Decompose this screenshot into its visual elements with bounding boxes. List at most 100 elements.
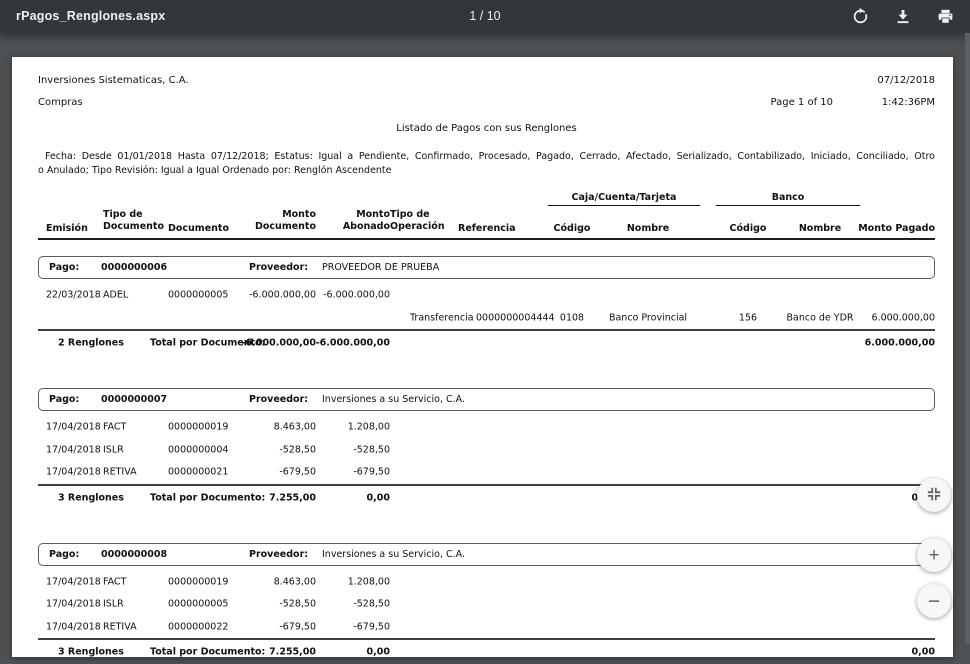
- cell-monto-documento: -679,50: [238, 467, 316, 478]
- cell-tipo-doc: FACT: [103, 422, 161, 433]
- cell-monto-documento: -679,50: [238, 621, 316, 632]
- module-name: Compras: [38, 97, 83, 108]
- total-monto-pagado: 0,00: [850, 647, 935, 658]
- group-header-banco: Banco: [716, 192, 860, 206]
- col-tipo-documento: Tipo de Documento: [103, 209, 161, 232]
- pago-label: Pago:: [49, 549, 101, 560]
- print-button[interactable]: [935, 7, 956, 27]
- report-page: Inversiones Sistematicas, C.A. 07/12/201…: [12, 57, 953, 657]
- renglon-row: 17/04/2018 FACT 0000000019 8.463,00 1.20…: [38, 416, 935, 439]
- cell-monto-abonado: -679,50: [320, 467, 390, 478]
- print-icon: [937, 9, 954, 25]
- col-caja-codigo: Código: [548, 223, 596, 235]
- total-row: 3 Renglones Total por Documento: 7.255,0…: [38, 484, 935, 510]
- proveedor-name: Inversiones a su Servicio, C.A.: [322, 549, 465, 560]
- cell-tipo-doc: ADEL: [103, 290, 161, 301]
- proveedor-label: Proveedor:: [249, 549, 322, 560]
- cell-caja-codigo: 0108: [548, 312, 596, 323]
- cell-monto-abonado: -679,50: [320, 621, 390, 632]
- col-monto-documento: Monto Documento: [238, 209, 316, 232]
- proveedor-name: PROVEEDOR DE PRUEBA: [322, 262, 439, 273]
- pdf-toolbar: rPagos_Renglones.aspx 1 / 10: [0, 0, 970, 33]
- cell-emision: 22/03/2018: [46, 290, 100, 301]
- pago-number: 0000000007: [101, 394, 249, 405]
- total-row: 2 Renglones Total por Documento: -6.000.…: [38, 329, 935, 355]
- cell-banco-codigo: 156: [716, 312, 780, 323]
- pago-number: 0000000008: [101, 549, 249, 560]
- renglon-row: 17/04/2018 FACT 0000000019 8.463,00 1.20…: [38, 571, 935, 594]
- pago-label: Pago:: [49, 262, 101, 273]
- cell-monto-documento: 8.463,00: [238, 576, 316, 587]
- rotate-button[interactable]: [850, 6, 871, 27]
- col-monto-pagado: Monto Pagado: [850, 223, 935, 235]
- cell-tipo-doc: ISLR: [103, 599, 161, 610]
- pago-number: 0000000006: [101, 262, 249, 273]
- col-caja-nombre: Nombre: [596, 223, 700, 235]
- pago-block: Pago: 0000000008 Proveedor: Inversiones …: [38, 543, 935, 664]
- cell-emision: 17/04/2018: [46, 422, 100, 433]
- page-indicator: 1 / 10: [0, 0, 970, 33]
- fit-page-icon: [926, 486, 942, 505]
- col-tipo-operacion: Tipo de Operación: [390, 209, 458, 232]
- renglon-row: 17/04/2018 ISLR 0000000004 -528,50 -528,…: [38, 439, 935, 462]
- minus-icon: −: [928, 591, 940, 612]
- plus-icon: +: [928, 546, 939, 565]
- total-row: 3 Renglones Total por Documento: 7.255,0…: [38, 638, 935, 664]
- col-banco-codigo: Código: [716, 223, 780, 235]
- cell-banco-nombre: Banco de YDR: [780, 312, 860, 323]
- cell-tipo-doc: RETIVA: [103, 621, 161, 632]
- cell-tipo-doc: FACT: [103, 576, 161, 587]
- cell-emision: 17/04/2018: [46, 467, 100, 478]
- report-date: 07/12/2018: [877, 75, 935, 86]
- pago-header-box: Pago: 0000000008 Proveedor: Inversiones …: [38, 543, 935, 566]
- cell-caja-nombre: Banco Provincial: [596, 312, 700, 323]
- total-monto-pagado: 6.000.000,00: [850, 338, 935, 349]
- report-filters: Fecha: Desde 01/01/2018 Hasta 07/12/2018…: [38, 150, 935, 177]
- renglon-row: 17/04/2018 RETIVA 0000000021 -679,50 -67…: [38, 461, 935, 484]
- filters-line1: Fecha: Desde 01/01/2018 Hasta 07/12/2018…: [38, 150, 935, 164]
- rotate-icon: [852, 8, 869, 25]
- zoom-in-button[interactable]: +: [917, 538, 951, 572]
- fit-page-button[interactable]: [917, 478, 951, 512]
- renglon-row: 22/03/2018 ADEL 0000000005 -6.000.000,00…: [38, 284, 935, 307]
- proveedor-label: Proveedor:: [249, 262, 322, 273]
- total-monto-abonado: 0,00: [38, 492, 390, 503]
- pago-block: Pago: 0000000007 Proveedor: Inversiones …: [38, 388, 935, 510]
- table-header: Caja/Cuenta/Tarjeta Banco Emisión Tipo d…: [38, 192, 935, 240]
- cell-tipo-doc: ISLR: [103, 444, 161, 455]
- cell-tipo-operacion: Transferencia: [410, 312, 478, 323]
- cell-tipo-doc: RETIVA: [103, 467, 161, 478]
- zoom-out-button[interactable]: −: [917, 584, 951, 618]
- pago-header-box: Pago: 0000000006 Proveedor: PROVEEDOR DE…: [38, 256, 935, 279]
- page-label: Page 1 of 10: [771, 97, 833, 108]
- proveedor-name: Inversiones a su Servicio, C.A.: [322, 394, 465, 405]
- cell-monto-documento: -6.000.000,00: [238, 290, 316, 301]
- col-emision: Emisión: [46, 223, 100, 235]
- report-content: Inversiones Sistematicas, C.A. 07/12/201…: [12, 57, 953, 664]
- col-banco-nombre: Nombre: [780, 223, 860, 235]
- cell-monto-abonado: 1.208,00: [320, 422, 390, 433]
- col-monto-abonado: Monto Abonado: [320, 209, 390, 232]
- cell-monto-abonado: -528,50: [320, 599, 390, 610]
- cell-monto-documento: -528,50: [238, 599, 316, 610]
- company-name: Inversiones Sistematicas, C.A.: [38, 75, 189, 86]
- col-referencia: Referencia: [458, 223, 542, 235]
- download-icon: [895, 9, 911, 25]
- group-header-caja: Caja/Cuenta/Tarjeta: [548, 192, 700, 206]
- report-header-line1: Inversiones Sistematicas, C.A. 07/12/201…: [38, 72, 935, 88]
- total-monto-abonado: -6.000.000,00: [38, 338, 390, 349]
- cell-monto-abonado: -6.000.000,00: [320, 290, 390, 301]
- cell-emision: 17/04/2018: [46, 621, 100, 632]
- download-button[interactable]: [893, 7, 913, 27]
- renglon-row: 17/04/2018 ISLR 0000000005 -528,50 -528,…: [38, 593, 935, 616]
- cell-monto-documento: -528,50: [238, 444, 316, 455]
- cell-monto-documento: 8.463,00: [238, 422, 316, 433]
- scrollbar[interactable]: [965, 33, 970, 644]
- cell-emision: 17/04/2018: [46, 576, 100, 587]
- report-header-line2: Compras Page 1 of 10 1:42:36PM: [38, 94, 935, 110]
- cell-monto-pagado: 6.000.000,00: [850, 312, 935, 323]
- renglon-row: 17/04/2018 RETIVA 0000000022 -679,50 -67…: [38, 616, 935, 639]
- cell-emision: 17/04/2018: [46, 444, 100, 455]
- pago-block: Pago: 0000000006 Proveedor: PROVEEDOR DE…: [38, 256, 935, 355]
- pago-label: Pago:: [49, 394, 101, 405]
